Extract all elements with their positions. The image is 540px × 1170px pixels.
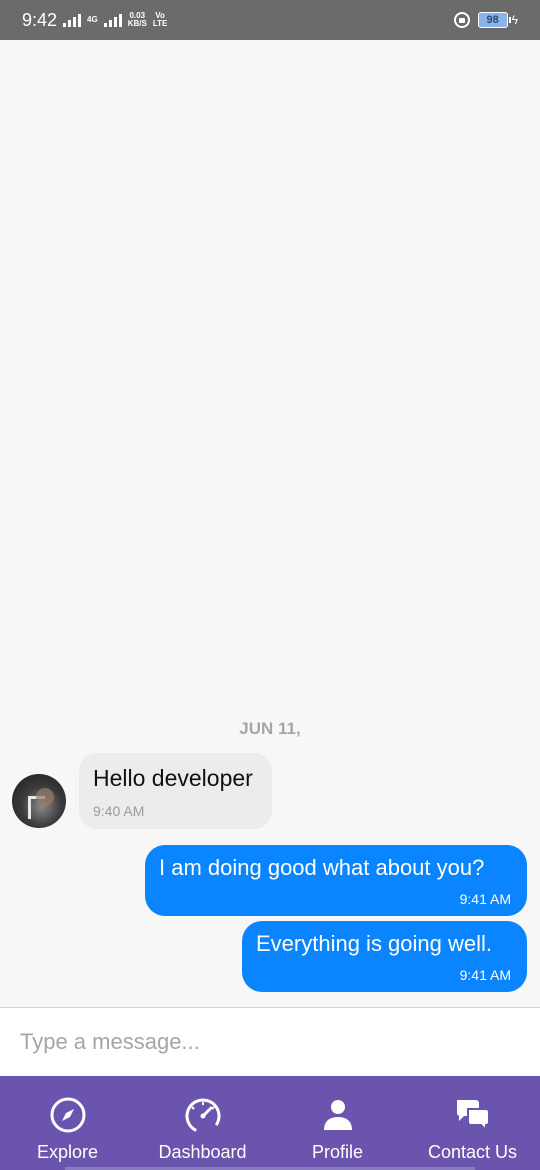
message-text: Everything is going well. [256,931,493,956]
nav-label: Profile [311,1142,364,1162]
incoming-message[interactable]: Hello developer 9:40 AM [79,753,272,829]
message-time: 9:41 AM [459,967,511,983]
nav-label: Explore [36,1142,99,1162]
bottom-nav: Explore Dashboard Profile Contact Us [0,1076,540,1170]
outgoing-message[interactable]: Everything is going well. 9:41 AM [242,921,527,992]
battery-level: 98 [477,12,508,28]
status-bar: 9:42 4G 0.03 KB/S Vo LTE 98 ϟ [0,0,540,40]
chat-bubbles-icon [456,1100,490,1133]
date-separator: JUN 11, [239,719,301,738]
message-composer [0,1007,540,1076]
charging-icon: ϟ [511,13,518,27]
message-input[interactable] [20,1029,520,1055]
message-time: 9:41 AM [459,891,511,907]
message-time: 9:40 AM [93,803,145,819]
nav-item-dashboard[interactable]: Dashboard [135,1076,270,1170]
battery-icon: 98 ϟ [477,12,518,28]
speedometer-icon [185,1098,220,1134]
status-left: 9:42 4G 0.03 KB/S Vo LTE [22,10,167,31]
network-type: 4G [87,15,98,24]
speed-unit: KB/S [127,19,147,28]
volte-badge: Vo LTE [153,12,168,28]
person-icon [323,1100,352,1130]
volte-bottom: LTE [152,19,168,28]
nav-item-contact-us[interactable]: Contact Us [405,1076,540,1170]
signal-icon [103,13,122,27]
chat-area[interactable]: JUN 11, Hello developer 9:40 AM I am doi… [0,40,540,1007]
message-text: I am doing good what about you? [159,855,485,880]
message-text: Hello developer [93,765,253,791]
nav-label: Dashboard [158,1142,247,1162]
nav-item-explore[interactable]: Explore [0,1076,135,1170]
compass-icon [50,1097,85,1133]
battery-tip [508,17,511,23]
lock-icon [453,12,470,28]
nav-item-profile[interactable]: Profile [270,1076,405,1170]
signal-icon [63,13,82,27]
status-right: 98 ϟ [453,12,518,28]
outgoing-message[interactable]: I am doing good what about you? 9:41 AM [145,845,527,916]
avatar[interactable] [12,774,66,828]
nav-label: Contact Us [427,1142,518,1162]
network-speed: 0.03 KB/S [128,12,147,28]
status-time: 9:42 [22,9,58,30]
